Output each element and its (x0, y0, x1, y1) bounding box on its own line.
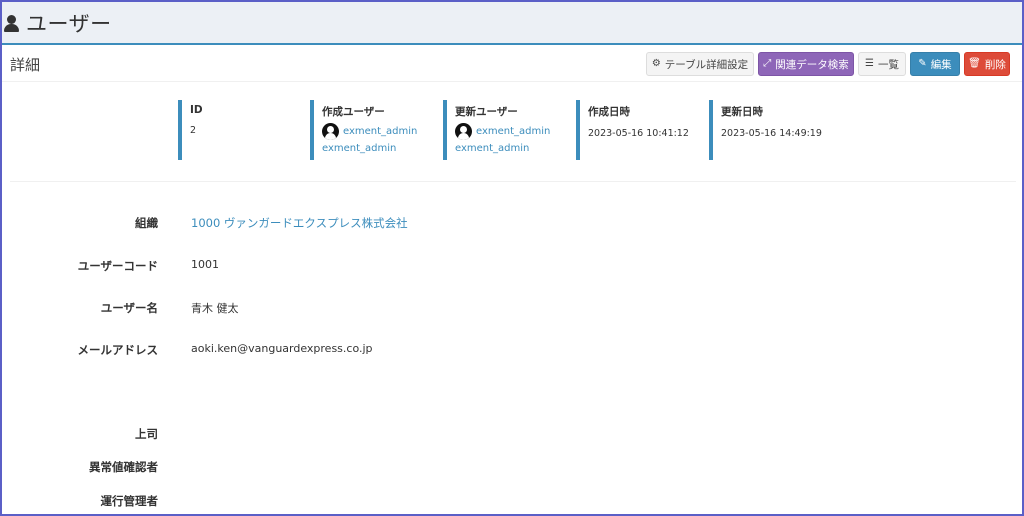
field-label: ユーザーコード (77, 259, 158, 273)
created-user-name[interactable]: exment_admin (343, 126, 417, 137)
meta-updated-at-value: 2023-05-16 14:49:19 (721, 128, 822, 139)
meta-id-value: 2 (190, 125, 197, 136)
field-row-anomaly-checker: 異常値確認者 (2, 459, 1022, 479)
organization-link[interactable]: 1000 ヴァンガードエクスプレス株式会社 (191, 215, 408, 231)
app-frame: ユーザー 詳細 ⚙ テーブル詳細設定 ⤢ 関連データ検索 ☰ 一覧 ✎ 編集 🗑… (0, 0, 1024, 516)
field-label: 組織 (135, 216, 158, 230)
meta-id: ID 2 (178, 100, 203, 160)
field-row-boss: 上司 (2, 426, 1022, 446)
divider (10, 181, 1016, 182)
meta-id-label: ID (190, 104, 203, 116)
meta-updated-user-label: 更新ユーザー (455, 106, 518, 118)
field-label: 上司 (135, 427, 158, 441)
avatar-icon (455, 123, 472, 140)
field-label: 運行管理者 (100, 494, 159, 508)
meta-created-at: 作成日時 2023-05-16 10:41:12 (576, 100, 689, 160)
delete-label: 削除 (984, 58, 1006, 71)
gear-icon: ⚙ (651, 58, 661, 69)
meta-updated-at: 更新日時 2023-05-16 14:49:19 (709, 100, 822, 160)
field-value: 1001 (191, 258, 219, 271)
field-row-organization: 組織 1000 ヴァンガードエクスプレス株式会社 (2, 215, 1022, 235)
field-row-email: メールアドレス aoki.ken@vanguardexpress.co.jp (2, 342, 1022, 362)
field-value: 青木 健太 (191, 302, 239, 315)
field-value: aoki.ken@vanguardexpress.co.jp (191, 342, 373, 355)
meta-created-user: 作成ユーザー exment_admin exment_admin (310, 100, 417, 160)
avatar-icon (322, 123, 339, 140)
field-label: ユーザー名 (100, 301, 158, 315)
meta-created-at-value: 2023-05-16 10:41:12 (588, 128, 689, 139)
meta-created-at-label: 作成日時 (588, 106, 630, 118)
edit-button[interactable]: ✎ 編集 (910, 52, 960, 76)
related-search-label: 関連データ検索 (775, 58, 849, 71)
list-button[interactable]: ☰ 一覧 (858, 52, 906, 76)
section-title: 詳細 (10, 56, 41, 74)
link-icon: ⤢ (763, 58, 772, 69)
field-row-operation-manager: 運行管理者 (2, 493, 1022, 513)
updated-user-name[interactable]: exment_admin (476, 126, 550, 137)
field-label: 異常値確認者 (89, 460, 158, 474)
page-title: ユーザー (26, 11, 112, 36)
trash-icon: 🗑 (968, 58, 981, 69)
edit-label: 編集 (930, 58, 952, 71)
list-label: 一覧 (877, 58, 899, 71)
edit-icon: ✎ (918, 58, 927, 69)
page-header: ユーザー (2, 2, 1022, 45)
field-row-user-code: ユーザーコード 1001 (2, 258, 1022, 278)
created-user-link[interactable]: exment_admin (322, 123, 417, 140)
table-settings-label: テーブル詳細設定 (664, 58, 749, 71)
table-settings-button[interactable]: ⚙ テーブル詳細設定 (646, 52, 754, 76)
created-user-secondary[interactable]: exment_admin (322, 143, 417, 154)
detail-toolbar: 詳細 ⚙ テーブル詳細設定 ⤢ 関連データ検索 ☰ 一覧 ✎ 編集 🗑 削除 (2, 47, 1022, 82)
list-icon: ☰ (865, 58, 874, 69)
updated-user-link[interactable]: exment_admin (455, 123, 550, 140)
delete-button[interactable]: 🗑 削除 (964, 52, 1010, 76)
field-row-user-name: ユーザー名 青木 健太 (2, 300, 1022, 320)
user-icon (4, 14, 20, 32)
meta-updated-user: 更新ユーザー exment_admin exment_admin (443, 100, 550, 160)
updated-user-secondary[interactable]: exment_admin (455, 143, 550, 154)
meta-created-user-label: 作成ユーザー (322, 106, 385, 118)
field-label: メールアドレス (77, 343, 159, 357)
related-search-button[interactable]: ⤢ 関連データ検索 (758, 52, 854, 76)
meta-updated-at-label: 更新日時 (721, 106, 763, 118)
